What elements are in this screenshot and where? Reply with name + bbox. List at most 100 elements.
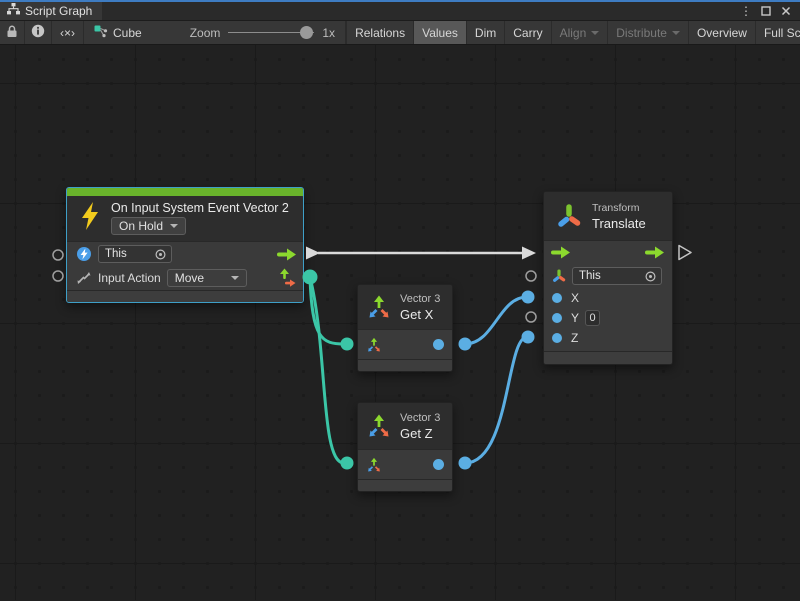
dim-button[interactable]: Dim <box>467 21 505 44</box>
values-button[interactable]: Values <box>414 21 467 44</box>
wire-getz-to-z <box>465 337 527 463</box>
translate-flow-row <box>544 241 672 264</box>
inspect-button[interactable] <box>25 21 52 44</box>
event-this-input-circle <box>53 250 63 260</box>
preview-code-button[interactable]: ‹×› <box>52 21 84 44</box>
event-mode-value: On Hold <box>119 219 163 233</box>
translate-this-row: This <box>544 264 672 288</box>
translate-node-header[interactable]: Transform Translate <box>544 192 672 240</box>
flow-output-arrow-icon[interactable] <box>645 246 665 259</box>
node-on-input-system-event[interactable]: On Input System Event Vector 2 On Hold T… <box>66 187 304 303</box>
wire-getx-to-x <box>465 297 527 344</box>
getz-node-category: Vector 3 <box>400 412 440 424</box>
object-picker-icon[interactable] <box>155 249 166 260</box>
vector3-input-port-icon[interactable] <box>366 337 382 353</box>
event-this-value: This <box>105 248 127 260</box>
transform-mini-icon <box>552 269 566 283</box>
getz-node-footer <box>358 479 452 491</box>
zoom-slider-thumb[interactable] <box>300 26 313 39</box>
lock-button[interactable] <box>0 21 25 44</box>
port-y-dot[interactable] <box>552 313 562 323</box>
object-picker-icon[interactable] <box>645 271 656 282</box>
translate-this-field[interactable]: This <box>572 267 662 285</box>
gameobject-icon <box>76 246 92 262</box>
distribute-label: Distribute <box>616 26 667 40</box>
event-node-footer <box>67 290 303 302</box>
port-z-label: Z <box>571 331 578 345</box>
zoom-slider[interactable] <box>228 26 314 39</box>
wire-vector2-to-getz <box>310 277 344 463</box>
port-y-label: Y <box>571 311 579 325</box>
translate-node-footer <box>544 351 672 364</box>
vector3-input-port-icon[interactable] <box>366 457 382 473</box>
event-this-row: This <box>67 242 303 266</box>
unity-script-graph-window: Script Graph ⋮ ‹×› <box>0 0 800 601</box>
getx-node-header[interactable]: Vector 3 Get X <box>358 285 452 329</box>
vector3-icon <box>366 413 392 439</box>
relations-button[interactable]: Relations <box>346 21 414 44</box>
node-vector3-get-z[interactable]: Vector 3 Get Z <box>357 402 453 492</box>
translate-z-wire-dot <box>522 331 535 344</box>
tab-title: Script Graph <box>25 4 92 18</box>
translate-x-wire-dot <box>522 291 535 304</box>
close-icon[interactable] <box>778 3 794 19</box>
event-mode-dropdown[interactable]: On Hold <box>111 217 186 235</box>
event-node-title: On Input System Event Vector 2 <box>111 201 289 215</box>
port-x-label: X <box>571 291 579 305</box>
port-x-dot[interactable] <box>552 293 562 303</box>
event-node-header[interactable]: On Input System Event Vector 2 On Hold <box>67 196 303 241</box>
port-y-value-field[interactable]: 0 <box>585 310 600 326</box>
wire-vector2-to-getx <box>310 277 344 344</box>
event-action-input-circle <box>53 271 63 281</box>
vector3-icon <box>366 294 392 320</box>
getz-node-header[interactable]: Vector 3 Get Z <box>358 403 452 449</box>
getx-input-dot <box>341 338 354 351</box>
event-input-action-row: Input Action Move <box>67 266 303 290</box>
align-button[interactable]: Align <box>552 21 609 44</box>
input-action-dropdown[interactable]: Move <box>167 269 247 287</box>
translate-y-input-circle <box>526 312 536 322</box>
getx-node-footer <box>358 359 452 371</box>
getz-node-title: Get Z <box>400 426 440 441</box>
graph-reference[interactable]: Cube <box>84 21 152 44</box>
graph-toolbar: ‹×› Cube Zoom 1x Relations Values Dim Ca… <box>0 21 800 45</box>
zoom-control: Zoom 1x <box>180 21 346 44</box>
translate-flow-out-triangle <box>679 246 691 260</box>
translate-port-z-row: Z <box>544 328 672 348</box>
window-controls: ⋮ <box>738 2 800 20</box>
menu-kebab-icon[interactable]: ⋮ <box>738 3 754 19</box>
distribute-button[interactable]: Distribute <box>608 21 689 44</box>
flow-output-arrow-icon[interactable] <box>277 248 297 261</box>
getz-input-dot <box>341 457 354 470</box>
tab-script-graph[interactable]: Script Graph <box>0 2 102 20</box>
translate-this-value: This <box>579 270 601 282</box>
align-label: Align <box>560 26 587 40</box>
carry-button[interactable]: Carry <box>505 21 551 44</box>
flow-input-arrow-icon[interactable] <box>551 246 571 259</box>
vector2-output-port-icon[interactable] <box>279 268 296 288</box>
maximize-icon[interactable] <box>758 3 774 19</box>
graph-canvas[interactable]: On Input System Event Vector 2 On Hold T… <box>0 45 800 600</box>
wire-flow-event-to-translate <box>306 247 536 260</box>
node-transform-translate[interactable]: Transform Translate <box>543 191 673 365</box>
translate-port-y-row: Y 0 <box>544 308 672 328</box>
event-node-color-bar <box>67 188 303 196</box>
zoom-label: Zoom <box>190 26 221 40</box>
chevron-down-icon <box>170 224 178 228</box>
getz-wire-start-dot <box>459 457 472 470</box>
graph-name-label: Cube <box>113 26 142 40</box>
translate-this-input-circle <box>526 271 536 281</box>
translate-node-title: Translate <box>592 216 646 231</box>
fullscreen-button[interactable]: Full Screen <box>756 21 800 44</box>
node-vector3-get-x[interactable]: Vector 3 Get X <box>357 284 453 372</box>
chevron-down-icon <box>672 31 680 35</box>
getx-output-port-dot[interactable] <box>433 339 444 350</box>
getz-output-port-dot[interactable] <box>433 459 444 470</box>
hierarchy-icon <box>7 2 20 20</box>
info-icon <box>31 24 45 41</box>
overview-button[interactable]: Overview <box>689 21 756 44</box>
translate-port-x-row: X <box>544 288 672 308</box>
port-z-dot[interactable] <box>552 333 562 343</box>
input-action-value: Move <box>175 271 204 285</box>
event-this-field[interactable]: This <box>98 245 172 263</box>
